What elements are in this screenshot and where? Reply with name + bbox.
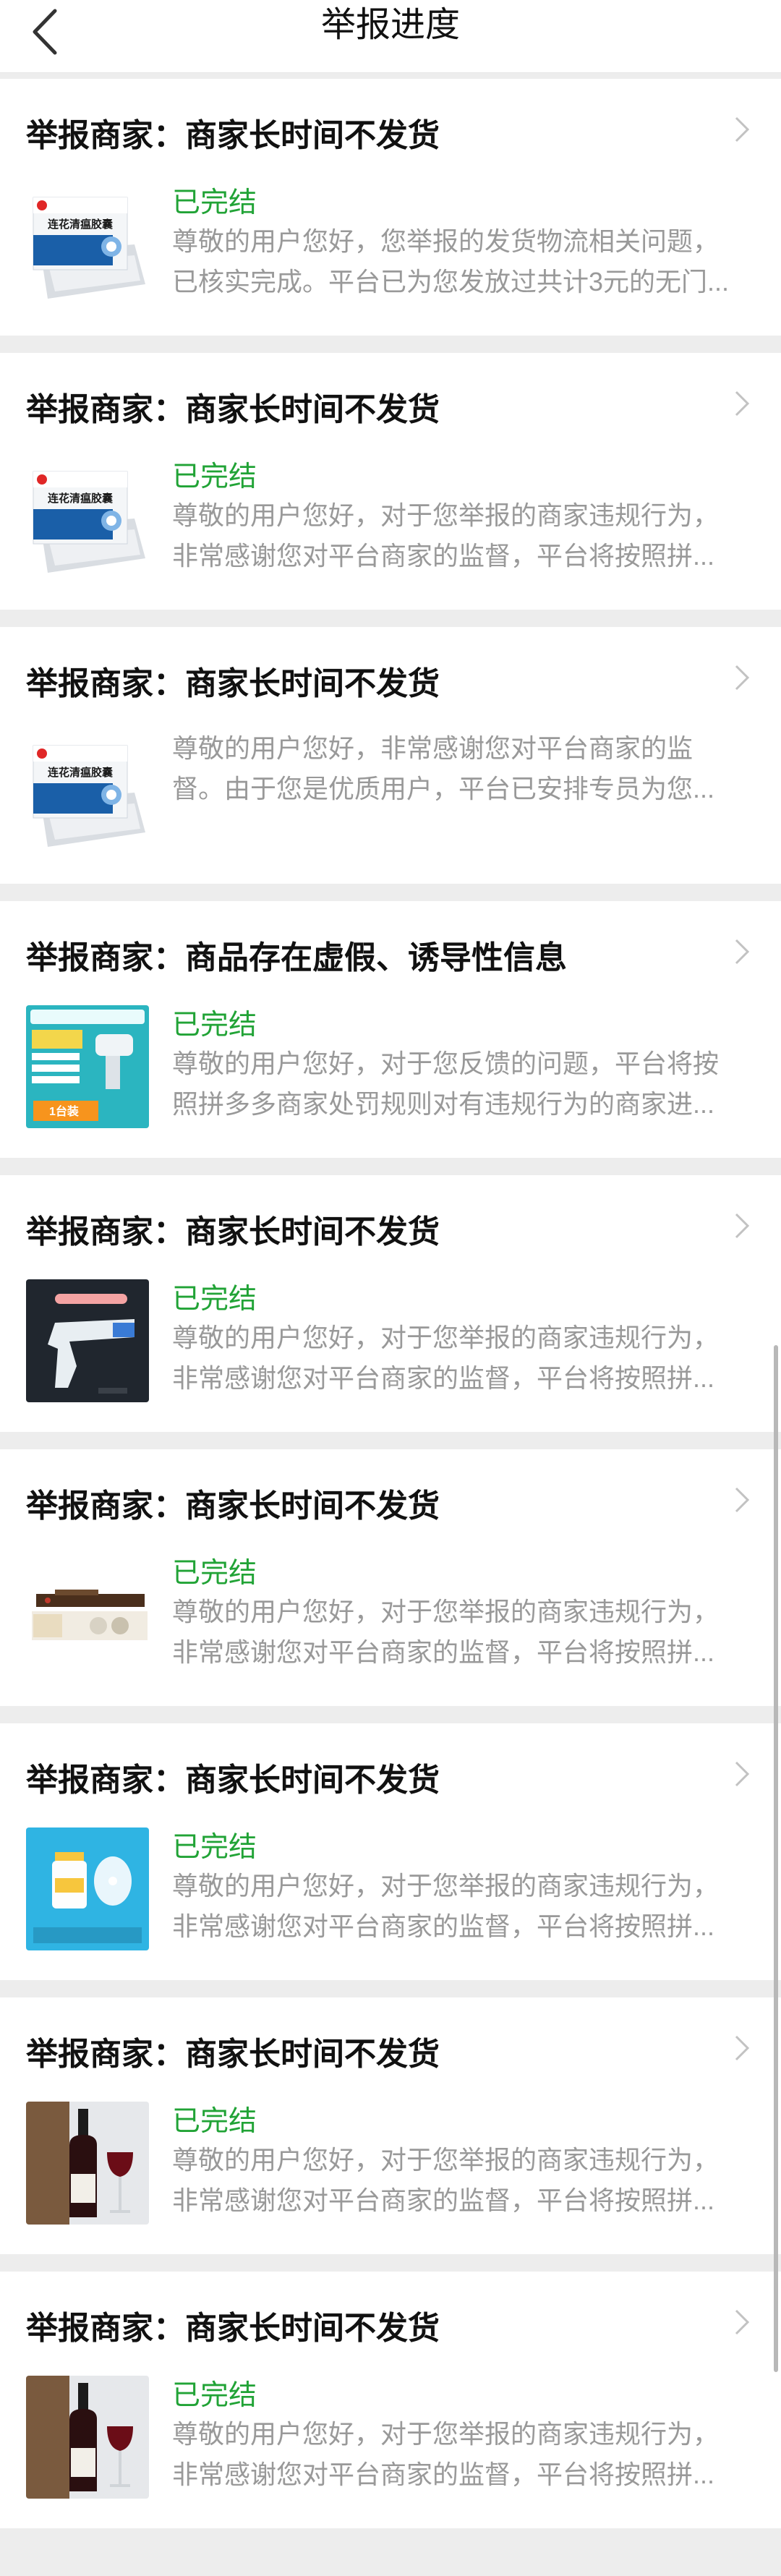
description-line: 尊敬的用户您好，对于您反馈的问题，平台将按 — [172, 1049, 720, 1078]
report-card[interactable]: 举报商家：商家长时间不发货 已完结 尊敬的用户您好，对于您举报的商家违规行为， … — [0, 1449, 781, 1706]
product-thumbnail-tea-box — [26, 1553, 149, 1676]
description-line: 尊敬的用户您好，非常感谢您对平台商家的监 — [172, 733, 693, 763]
report-description: 尊敬的用户您好，对于您举报的商家违规行为， 非常感谢您对平台商家的监督，平台将按… — [172, 2140, 752, 2221]
status-label: 已完结 — [172, 187, 257, 218]
description-line: 非常感谢您对平台商家的监督，平台将按照拼... — [172, 1637, 715, 1667]
status-label: 已完结 — [172, 2106, 257, 2137]
product-thumbnail-medicine-box: 连花清瘟胶囊 — [26, 457, 149, 580]
report-card[interactable]: 举报商家：商家长时间不发货 连花清瘟胶囊 已完结 尊敬的用户您好，您举报的发货物… — [0, 79, 781, 336]
status-label: 已完结 — [172, 1010, 257, 1041]
report-description: 尊敬的用户您好，对于您举报的商家违规行为， 非常感谢您对平台商家的监督，平台将按… — [172, 1866, 752, 1947]
thumb-label: 连花清瘟胶囊 — [48, 766, 114, 779]
chevron-right-icon — [735, 2309, 750, 2335]
report-title: 举报商家：商家长时间不发货 — [26, 1762, 440, 1798]
report-title: 举报商家：商家长时间不发货 — [26, 392, 440, 427]
status-label: 已完结 — [172, 2380, 257, 2411]
chevron-right-icon — [735, 939, 750, 965]
product-thumbnail-medicine-box: 连花清瘟胶囊 — [26, 731, 149, 854]
report-title: 举报商家：商家长时间不发货 — [26, 1214, 440, 1250]
description-line: 已核实完成。平台已为您发放过共计3元的无门... — [172, 267, 730, 297]
report-description: 尊敬的用户您好，对于您举报的商家违规行为， 非常感谢您对平台商家的监督，平台将按… — [172, 495, 752, 576]
report-description: 尊敬的用户您好，对于您举报的商家违规行为， 非常感谢您对平台商家的监督，平台将按… — [172, 2414, 752, 2495]
report-card[interactable]: 举报商家：商家长时间不发货 已完结 尊敬的用户您好，对于您举报的商家违规行为， … — [0, 1175, 781, 1432]
description-line: 尊敬的用户您好，您举报的发货物流相关问题， — [172, 226, 720, 256]
report-list: 举报商家：商家长时间不发货 连花清瘟胶囊 已完结 尊敬的用户您好，您举报的发货物… — [0, 79, 781, 2528]
chevron-right-icon — [735, 1761, 750, 1787]
product-thumbnail-blue-bottle — [26, 1827, 149, 1950]
product-thumbnail-spray-gun-dark — [26, 1279, 149, 1402]
description-line: 非常感谢您对平台商家的监督，平台将按照拼... — [172, 1363, 715, 1393]
thumb-label: 连花清瘟胶囊 — [48, 218, 114, 231]
chevron-right-icon — [735, 391, 750, 417]
report-description: 尊敬的用户您好，非常感谢您对平台商家的监 督。由于您是优质用户，平台已安排专员为… — [172, 728, 752, 809]
report-title: 举报商家：商家长时间不发货 — [26, 666, 440, 701]
description-line: 尊敬的用户您好，对于您举报的商家违规行为， — [172, 500, 720, 530]
report-title: 举报商家：商家长时间不发货 — [26, 118, 440, 153]
report-description: 尊敬的用户您好，对于您举报的商家违规行为， 非常感谢您对平台商家的监督，平台将按… — [172, 1592, 752, 1673]
status-label: 已完结 — [172, 1284, 257, 1315]
report-description: 尊敬的用户您好，对于您举报的商家违规行为， 非常感谢您对平台商家的监督，平台将按… — [172, 1318, 752, 1399]
top-navigation-bar: 举报进度 — [0, 0, 781, 73]
description-line: 非常感谢您对平台商家的监督，平台将按照拼... — [172, 2185, 715, 2215]
report-title: 举报商家：商家长时间不发货 — [26, 2037, 440, 2072]
chevron-right-icon — [735, 116, 750, 142]
report-card[interactable]: 举报商家：商家长时间不发货 已完结 尊敬的用户您好，对于您举报的商家违规行为， … — [0, 1997, 781, 2254]
status-label: 已完结 — [172, 461, 257, 492]
report-description: 尊敬的用户您好，对于您反馈的问题，平台将按 照拼多多商家处罚规则对有违规行为的商… — [172, 1044, 752, 1125]
product-thumbnail-wine-bottle — [26, 2102, 149, 2225]
description-line: 照拼多多商家处罚规则对有违规行为的商家进... — [172, 1089, 715, 1119]
report-card[interactable]: 举报商家：商家长时间不发货 连花清瘟胶囊 已完结 尊敬的用户您好，对于您举报的商… — [0, 353, 781, 610]
thumb-label: 1台装 — [49, 1104, 79, 1118]
description-line: 督。由于您是优质用户，平台已安排专员为您... — [172, 774, 715, 803]
description-line: 尊敬的用户您好，对于您举报的商家违规行为， — [172, 1323, 720, 1352]
description-line: 尊敬的用户您好，对于您举报的商家违规行为， — [172, 1597, 720, 1626]
report-title: 举报商家：商家长时间不发货 — [26, 1488, 440, 1524]
description-line: 非常感谢您对平台商家的监督，平台将按照拼... — [172, 541, 715, 571]
page-title: 举报进度 — [320, 6, 460, 44]
product-thumbnail-spray-gun-ad: 1台装 — [26, 1005, 149, 1128]
scrollbar[interactable] — [774, 1345, 778, 2372]
report-title: 举报商家：商品存在虚假、诱导性信息 — [26, 940, 567, 976]
chevron-right-icon — [735, 2035, 750, 2061]
report-title: 举报商家：商家长时间不发货 — [26, 2311, 440, 2346]
status-label: 已完结 — [172, 1558, 257, 1589]
description-line: 非常感谢您对平台商家的监督，平台将按照拼... — [172, 1911, 715, 1941]
chevron-right-icon — [735, 1487, 750, 1513]
description-line: 尊敬的用户您好，对于您举报的商家违规行为， — [172, 2419, 720, 2449]
product-thumbnail-wine-bottle — [26, 2376, 149, 2499]
status-label: 已完结 — [172, 1832, 257, 1863]
report-card[interactable]: 举报商家：商家长时间不发货 已完结 尊敬的用户您好，对于您举报的商家违规行为， … — [0, 1723, 781, 1980]
description-line: 非常感谢您对平台商家的监督，平台将按照拼... — [172, 2460, 715, 2489]
thumb-label: 连花清瘟胶囊 — [48, 492, 114, 505]
chevron-right-icon — [735, 665, 750, 691]
report-card[interactable]: 举报商家：商品存在虚假、诱导性信息 1台装 已完结 尊敬的用户您好，对于您反馈的… — [0, 901, 781, 1158]
chevron-right-icon — [735, 1213, 750, 1239]
product-thumbnail-medicine-box: 连花清瘟胶囊 — [26, 183, 149, 306]
report-description: 尊敬的用户您好，您举报的发货物流相关问题， 已核实完成。平台已为您发放过共计3元… — [172, 221, 752, 302]
description-line: 尊敬的用户您好，对于您举报的商家违规行为， — [172, 1871, 720, 1901]
report-card[interactable]: 举报商家：商家长时间不发货 连花清瘟胶囊 尊敬的用户您好，非常感谢您对平台商家的… — [0, 627, 781, 884]
description-line: 尊敬的用户您好，对于您举报的商家违规行为， — [172, 2145, 720, 2175]
report-card[interactable]: 举报商家：商家长时间不发货 已完结 尊敬的用户您好，对于您举报的商家违规行为， … — [0, 2272, 781, 2528]
